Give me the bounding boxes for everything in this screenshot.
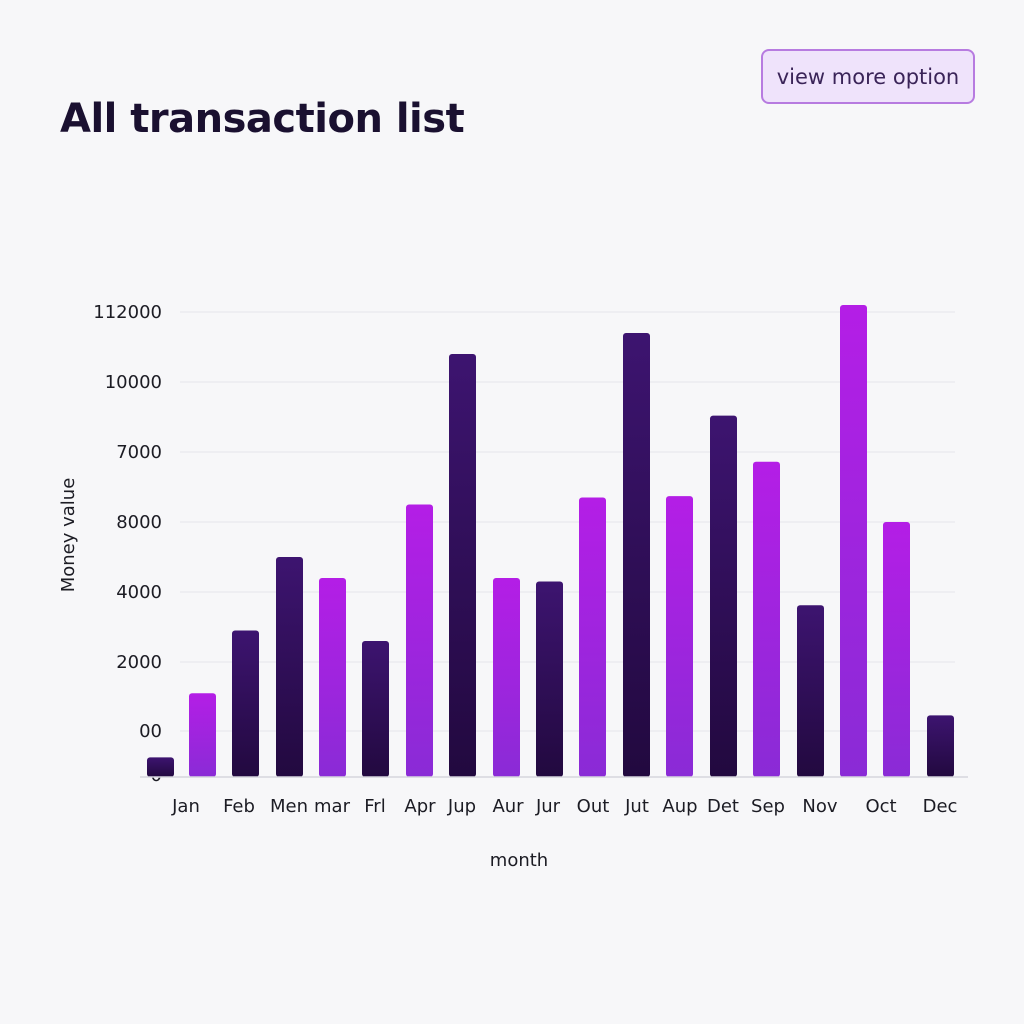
bar	[276, 557, 303, 777]
bar	[579, 497, 606, 777]
y-tick-label: 8000	[116, 512, 162, 533]
x-tick-label: mar	[314, 796, 351, 817]
bar	[927, 715, 954, 777]
y-axis-ticks: 000200040008000700010000112000	[93, 302, 162, 786]
y-tick-label: 7000	[116, 442, 162, 463]
x-tick-label: Jut	[624, 796, 649, 817]
bar	[232, 630, 259, 777]
x-axis-ticks: Jan Feb Men mar Frl Apr Jup Aur Jur Out Jut Aup Det S…	[171, 796, 957, 817]
page: All transaction list view more option 00…	[0, 0, 1024, 1024]
bars	[147, 305, 954, 777]
x-tick-label: Det	[707, 796, 739, 817]
bar	[883, 522, 910, 777]
x-tick-label: Aur	[492, 796, 524, 817]
bar	[406, 504, 433, 777]
x-tick-label: Dec	[923, 796, 958, 817]
bar	[362, 641, 389, 777]
x-tick-label: Jup	[447, 796, 476, 817]
x-tick-label: Apr	[404, 796, 436, 817]
bar	[623, 333, 650, 777]
x-tick-label: Sep	[751, 796, 785, 817]
y-tick-label: 4000	[116, 582, 162, 603]
x-tick-label: Frl	[364, 796, 385, 817]
bar	[319, 578, 346, 777]
bar	[753, 461, 780, 777]
x-tick-label: Jan	[171, 796, 200, 817]
y-tick-label: 2000	[116, 652, 162, 673]
bar	[147, 757, 174, 777]
bar	[797, 605, 824, 777]
x-tick-label: Nov	[802, 796, 837, 817]
bar	[189, 693, 216, 777]
x-tick-label: Oct	[865, 796, 896, 817]
x-tick-label: Jur	[535, 796, 561, 817]
x-tick-label: Feb	[223, 796, 255, 817]
bar	[666, 496, 693, 777]
x-tick-label: Out	[577, 796, 610, 817]
bar	[710, 415, 737, 777]
x-tick-label: Aup	[662, 796, 697, 817]
bar-chart: 000200040008000700010000112000 JanFebMen…	[58, 302, 968, 871]
bar	[449, 354, 476, 777]
x-axis-label: month	[490, 850, 548, 871]
bar	[493, 578, 520, 777]
bar	[840, 305, 867, 777]
bar	[536, 581, 563, 777]
y-tick-label: 112000	[93, 302, 162, 323]
y-tick-label: 10000	[105, 372, 162, 393]
y-axis-label: Money value	[58, 478, 79, 593]
y-tick-label: 00	[139, 721, 162, 742]
x-tick-label: Men	[270, 796, 308, 817]
